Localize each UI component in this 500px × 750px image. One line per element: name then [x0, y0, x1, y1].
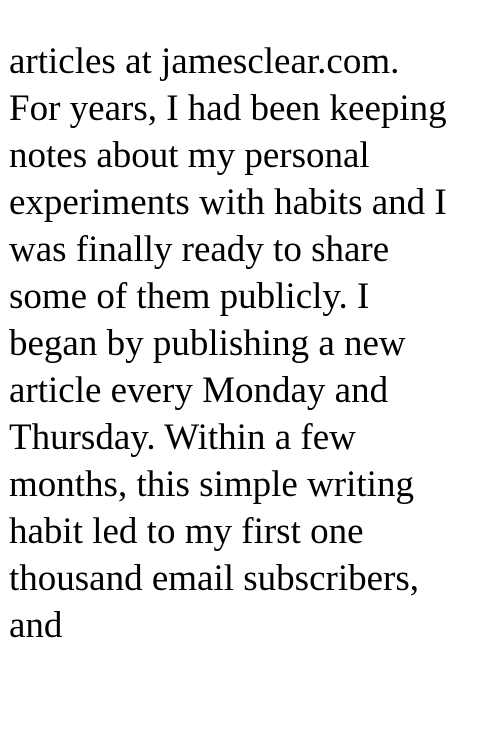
- text-line: Thursday. Within a few: [9, 417, 356, 458]
- text-line: articles at jamesclear.com.: [9, 41, 400, 82]
- text-line: some of them publicly. I: [9, 276, 370, 317]
- text-line: and: [9, 605, 63, 646]
- text-line: experiments with habits and I: [9, 182, 447, 223]
- text-line: For years, I had been keeping: [9, 88, 447, 129]
- text-line: was finally ready to share: [9, 229, 390, 270]
- text-line: months, this simple writing: [9, 464, 414, 505]
- reader-page: articles at jamesclear.com. For years, I…: [0, 0, 500, 750]
- text-line: habit led to my first one: [9, 511, 364, 552]
- text-line: thousand email subscribers,: [9, 558, 419, 599]
- text-line: notes about my personal: [9, 135, 370, 176]
- body-text: articles at jamesclear.com. For years, I…: [9, 38, 493, 649]
- text-line: article every Monday and: [9, 370, 389, 411]
- text-line: began by publishing a new: [9, 323, 406, 364]
